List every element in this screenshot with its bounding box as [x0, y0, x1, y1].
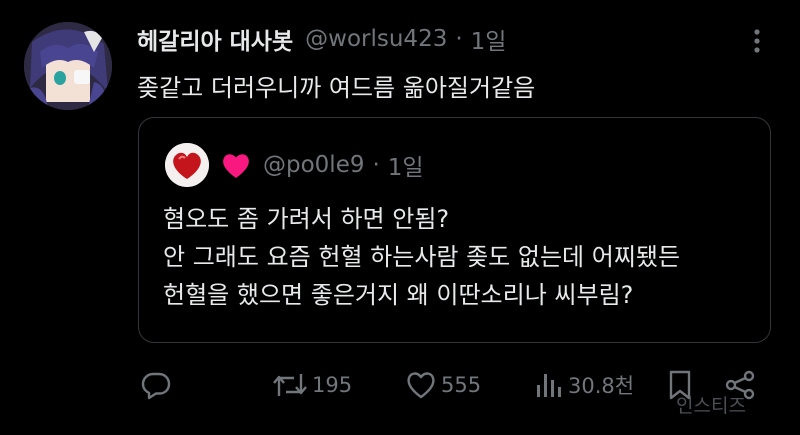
author-avatar[interactable]	[24, 22, 112, 110]
quoted-author-handle[interactable]: @po0le9	[263, 152, 364, 178]
retweet-count: 195	[312, 373, 353, 397]
like-button[interactable]: 555	[405, 360, 481, 410]
anime-avatar-icon	[24, 22, 112, 110]
quoted-author-avatar[interactable]	[165, 143, 209, 187]
reply-button[interactable]	[140, 360, 172, 410]
views-count: 30.8천	[568, 374, 635, 398]
retweet-button[interactable]: 195	[272, 360, 352, 410]
views-button[interactable]: 30.8천	[534, 360, 634, 410]
author-display-name[interactable]: 헤갈리아 대사봇	[137, 22, 293, 56]
heart-avatar-icon	[165, 143, 209, 187]
views-icon	[537, 374, 561, 397]
quoted-text-line: 헌혈을 했으면 좋은거지 왜 이딴소리나 씨부림?	[163, 281, 634, 309]
quoted-tweet-header: @po0le9 · 1일	[221, 148, 424, 182]
tweet-time[interactable]: 1일	[471, 22, 507, 56]
quoted-text-line: 안 그래도 요즘 헌혈 하는사람 좆도 없는데 어찌됐든	[163, 243, 681, 271]
separator-dot: ·	[455, 26, 463, 52]
more-options-button[interactable]	[742, 26, 772, 56]
reply-icon	[141, 372, 171, 400]
like-count: 555	[441, 373, 482, 397]
author-handle[interactable]: @worlsu423	[305, 26, 447, 52]
heart-outline-icon	[407, 372, 435, 399]
watermark: 인스티즈	[676, 395, 746, 417]
heart-icon	[223, 154, 249, 178]
quoted-text-line: 혐오도 좀 가려서 하면 안됨?	[163, 205, 450, 233]
quoted-tweet-text: 혐오도 좀 가려서 하면 안됨? 안 그래도 요즘 헌혈 하는사람 좆도 없는데…	[163, 200, 680, 314]
retweet-icon	[273, 374, 307, 396]
more-vertical-icon	[754, 29, 760, 53]
quoted-tweet-time[interactable]: 1일	[388, 148, 424, 182]
quoted-tweet-card[interactable]: @po0le9 · 1일 혐오도 좀 가려서 하면 안됨? 안 그래도 요즘 헌…	[138, 117, 771, 343]
quoted-separator-dot: ·	[372, 152, 380, 178]
tweet-text: 좆같고 더러우니까 여드름 옮아질거같음	[137, 74, 536, 102]
tweet-header: 헤갈리아 대사봇 @worlsu423 · 1일	[137, 22, 506, 56]
